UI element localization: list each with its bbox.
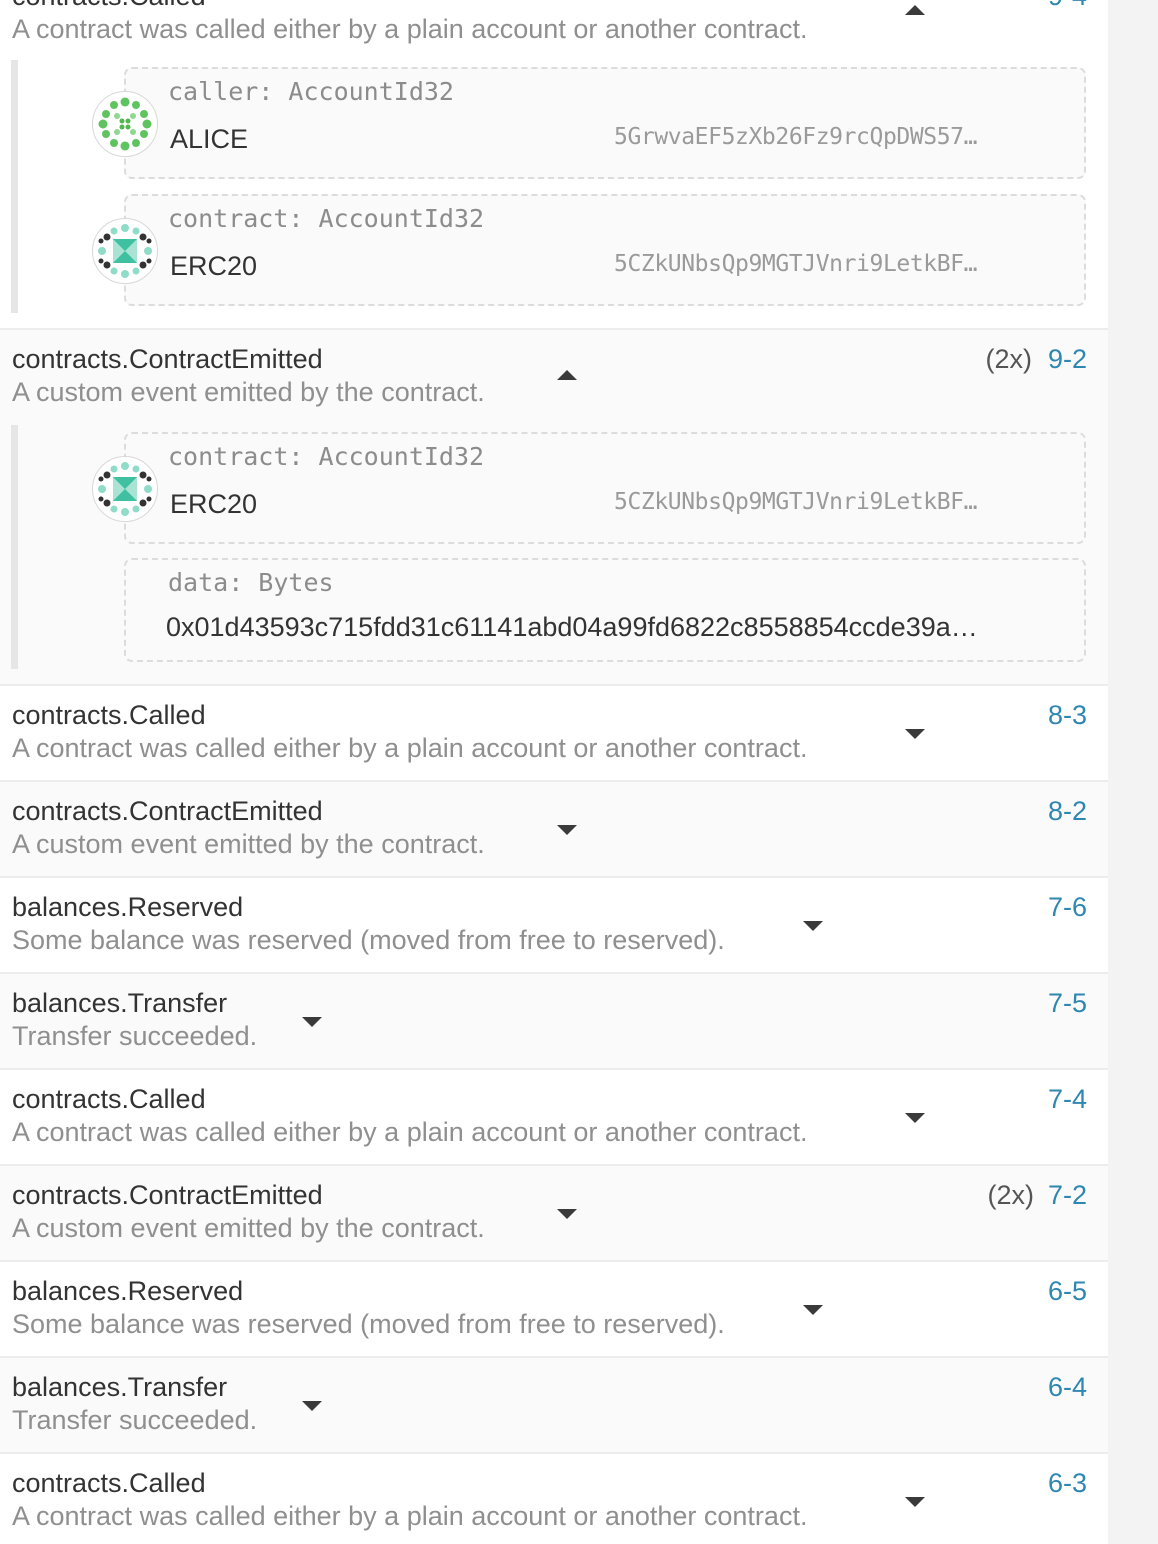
event-row[interactable]: contracts.Called A contract was called e… [0,686,1108,782]
event-index-link[interactable]: 7-4 [1048,1084,1087,1115]
expand-caret-icon[interactable] [905,729,925,739]
account-name: ALICE [170,124,249,154]
event-name: contracts.ContractEmitted [12,344,323,374]
event-row[interactable]: balances.Reserved Some balance was reser… [0,878,1108,974]
bytes-value[interactable]: 0x01d43593c715fdd31c61141abd04a99fd6822c… [166,612,978,643]
expand-caret-icon[interactable] [905,1113,925,1123]
account-name: ERC20 [170,489,258,519]
event-index-link[interactable]: 8-3 [1048,700,1087,731]
param-label: contract: AccountId32 [168,442,485,471]
expand-caret-icon[interactable] [302,1401,322,1411]
event-name: balances.Transfer [12,1372,228,1402]
event-name: balances.Reserved [12,1276,244,1306]
event-description: A contract was called either by a plain … [12,1117,808,1147]
event-description: A custom event emitted by the contract. [12,829,485,859]
identicon-erc20-icon[interactable] [92,218,158,284]
collapse-caret-icon[interactable] [557,370,577,380]
event-index-link[interactable]: 9-4 [1048,0,1087,12]
event-row[interactable]: balances.Transfer Transfer succeeded. 7-… [0,974,1108,1070]
param-data: data: Bytes 0x01d43593c715fdd31c61141abd… [124,558,1086,662]
param-caller: caller: AccountId32 ALICE 5GrwvaEF5zXb26… [92,67,1086,179]
event-description: Some balance was reserved (moved from fr… [12,925,725,955]
event-description: Transfer succeeded. [12,1021,258,1051]
event-description: A contract was called either by a plain … [12,14,808,44]
event-row[interactable]: contracts.ContractEmitted A custom event… [0,1166,1108,1262]
params-indent-bar [11,425,18,669]
event-index-link[interactable]: 8-2 [1048,796,1087,827]
events-panel: contracts.Called A contract was called e… [0,0,1108,1544]
event-index-link[interactable]: 6-5 [1048,1276,1087,1307]
param-label: data: Bytes [168,568,334,597]
expand-caret-icon[interactable] [803,1305,823,1315]
event-index-link[interactable]: 7-6 [1048,892,1087,923]
identicon-erc20-icon[interactable] [92,456,158,522]
expand-caret-icon[interactable] [557,825,577,835]
identicon-alice-icon[interactable] [92,91,158,157]
param-contract: contract: AccountId32 ERC20 5CZkUNbsQp9M… [92,432,1086,544]
event-name: contracts.Called [12,1084,206,1114]
event-name: contracts.ContractEmitted [12,1180,323,1210]
event-name: balances.Reserved [12,892,244,922]
event-description: Some balance was reserved (moved from fr… [12,1309,725,1339]
param-contract: contract: AccountId32 ERC20 5CZkUNbsQp9M… [92,194,1086,306]
event-index-link[interactable]: 9-2 [1048,344,1087,375]
event-name: contracts.Called [12,700,206,730]
event-name: balances.Transfer [12,988,228,1018]
event-row[interactable]: balances.Reserved Some balance was reser… [0,1262,1108,1358]
collapse-caret-icon[interactable] [905,5,925,15]
event-name: contracts.Called [12,0,206,12]
event-row[interactable]: balances.Transfer Transfer succeeded. 6-… [0,1358,1108,1454]
event-count: (2x) [985,344,1033,374]
event-description: A contract was called either by a plain … [12,1501,808,1531]
event-description: A contract was called either by a plain … [12,733,808,763]
event-row[interactable]: contracts.Called A contract was called e… [0,1454,1108,1544]
account-address[interactable]: 5CZkUNbsQp9MGTJVnri9LetkBF… [614,489,977,515]
event-index-link[interactable]: 6-3 [1048,1468,1087,1499]
event-index-link[interactable]: 6-4 [1048,1372,1087,1403]
expand-caret-icon[interactable] [302,1017,322,1027]
event-description: A custom event emitted by the contract. [12,377,485,407]
event-row[interactable]: contracts.ContractEmitted A custom event… [0,782,1108,878]
event-index-link[interactable]: 7-5 [1048,988,1087,1019]
event-index-link[interactable]: 7-2 [1048,1180,1087,1211]
params-indent-bar [11,60,18,313]
event-row[interactable]: contracts.Called A contract was called e… [0,0,1108,330]
event-count: (2x) [987,1180,1035,1210]
expand-caret-icon[interactable] [557,1209,577,1219]
event-description: Transfer succeeded. [12,1405,258,1435]
event-name: contracts.ContractEmitted [12,796,323,826]
account-name: ERC20 [170,251,258,281]
expand-caret-icon[interactable] [803,921,823,931]
param-label: contract: AccountId32 [168,204,485,233]
param-label: caller: AccountId32 [168,77,454,106]
account-address[interactable]: 5GrwvaEF5zXb26Fz9rcQpDWS57… [614,124,977,150]
event-row[interactable]: contracts.Called A contract was called e… [0,1070,1108,1166]
expand-caret-icon[interactable] [905,1497,925,1507]
event-row[interactable]: contracts.ContractEmitted A custom event… [0,330,1108,686]
event-name: contracts.Called [12,1468,206,1498]
account-address[interactable]: 5CZkUNbsQp9MGTJVnri9LetkBF… [614,251,977,277]
event-description: A custom event emitted by the contract. [12,1213,485,1243]
